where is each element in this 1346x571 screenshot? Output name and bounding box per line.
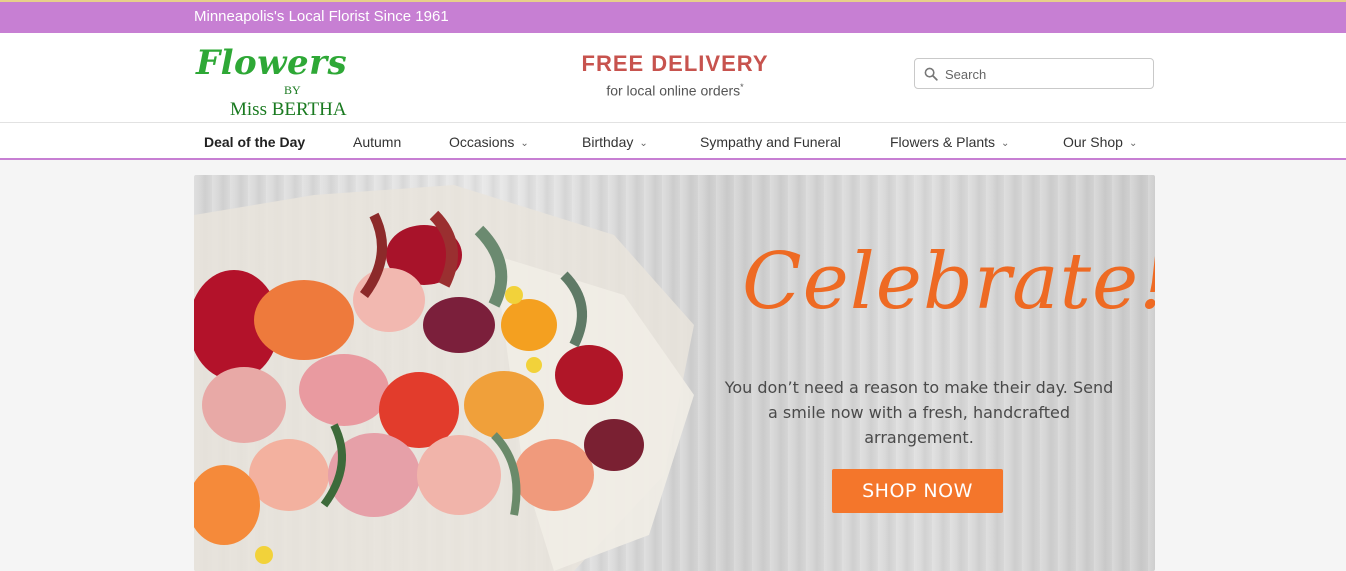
promo-asterisk: * xyxy=(740,82,744,92)
chevron-down-icon: ⌄ xyxy=(639,138,648,149)
search-icon xyxy=(924,67,938,81)
chevron-down-icon: ⌄ xyxy=(520,138,529,149)
logo-by-text: BY xyxy=(284,83,301,97)
nav-item-occasions[interactable]: Occasions ⌄ xyxy=(449,134,529,150)
promo-subline: for local online orders* xyxy=(606,82,744,99)
nav-item-flowers-and-plants[interactable]: Flowers & Plants ⌄ xyxy=(890,134,1009,150)
free-delivery-promo: FREE DELIVERY for local online orders* xyxy=(560,51,790,99)
logo-flowers-text: Flowers xyxy=(196,43,348,83)
shop-now-button[interactable]: SHOP NOW xyxy=(832,469,1003,513)
search-box[interactable] xyxy=(914,58,1154,89)
chevron-down-icon: ⌄ xyxy=(1001,138,1010,149)
announcement-bar: Minneapolis's Local Florist Since 1961 xyxy=(0,0,1346,33)
hero-banner[interactable]: Celebrate! You don’t need a reason to ma… xyxy=(194,175,1155,571)
nav-item-our-shop[interactable]: Our Shop ⌄ xyxy=(1063,134,1137,150)
chevron-down-icon: ⌄ xyxy=(1128,138,1138,149)
promo-headline: FREE DELIVERY xyxy=(581,51,769,76)
main-nav: Deal of the Day Autumn Occasions ⌄ Birthd… xyxy=(0,122,1346,160)
bouquet-image xyxy=(194,185,694,571)
nav-item-deal-of-the-day[interactable]: Deal of the Day xyxy=(204,134,305,150)
nav-item-autumn[interactable]: Autumn xyxy=(353,134,401,150)
store-tagline: Minneapolis's Local Florist Since 1961 xyxy=(194,8,449,25)
store-logo[interactable]: Flowers BY Miss BERTHA xyxy=(196,43,366,120)
nav-item-sympathy-and-funeral[interactable]: Sympathy and Funeral xyxy=(700,134,841,150)
search-input[interactable] xyxy=(945,64,1145,84)
hero-body-text: You don’t need a reason to make their da… xyxy=(724,378,1114,447)
hero-headline: Celebrate! xyxy=(742,237,1155,327)
nav-item-birthday[interactable]: Birthday ⌄ xyxy=(582,134,648,150)
logo-name-text: Miss BERTHA xyxy=(230,99,347,120)
site-header: Flowers BY Miss BERTHA FREE DELIVERY for… xyxy=(0,33,1346,122)
